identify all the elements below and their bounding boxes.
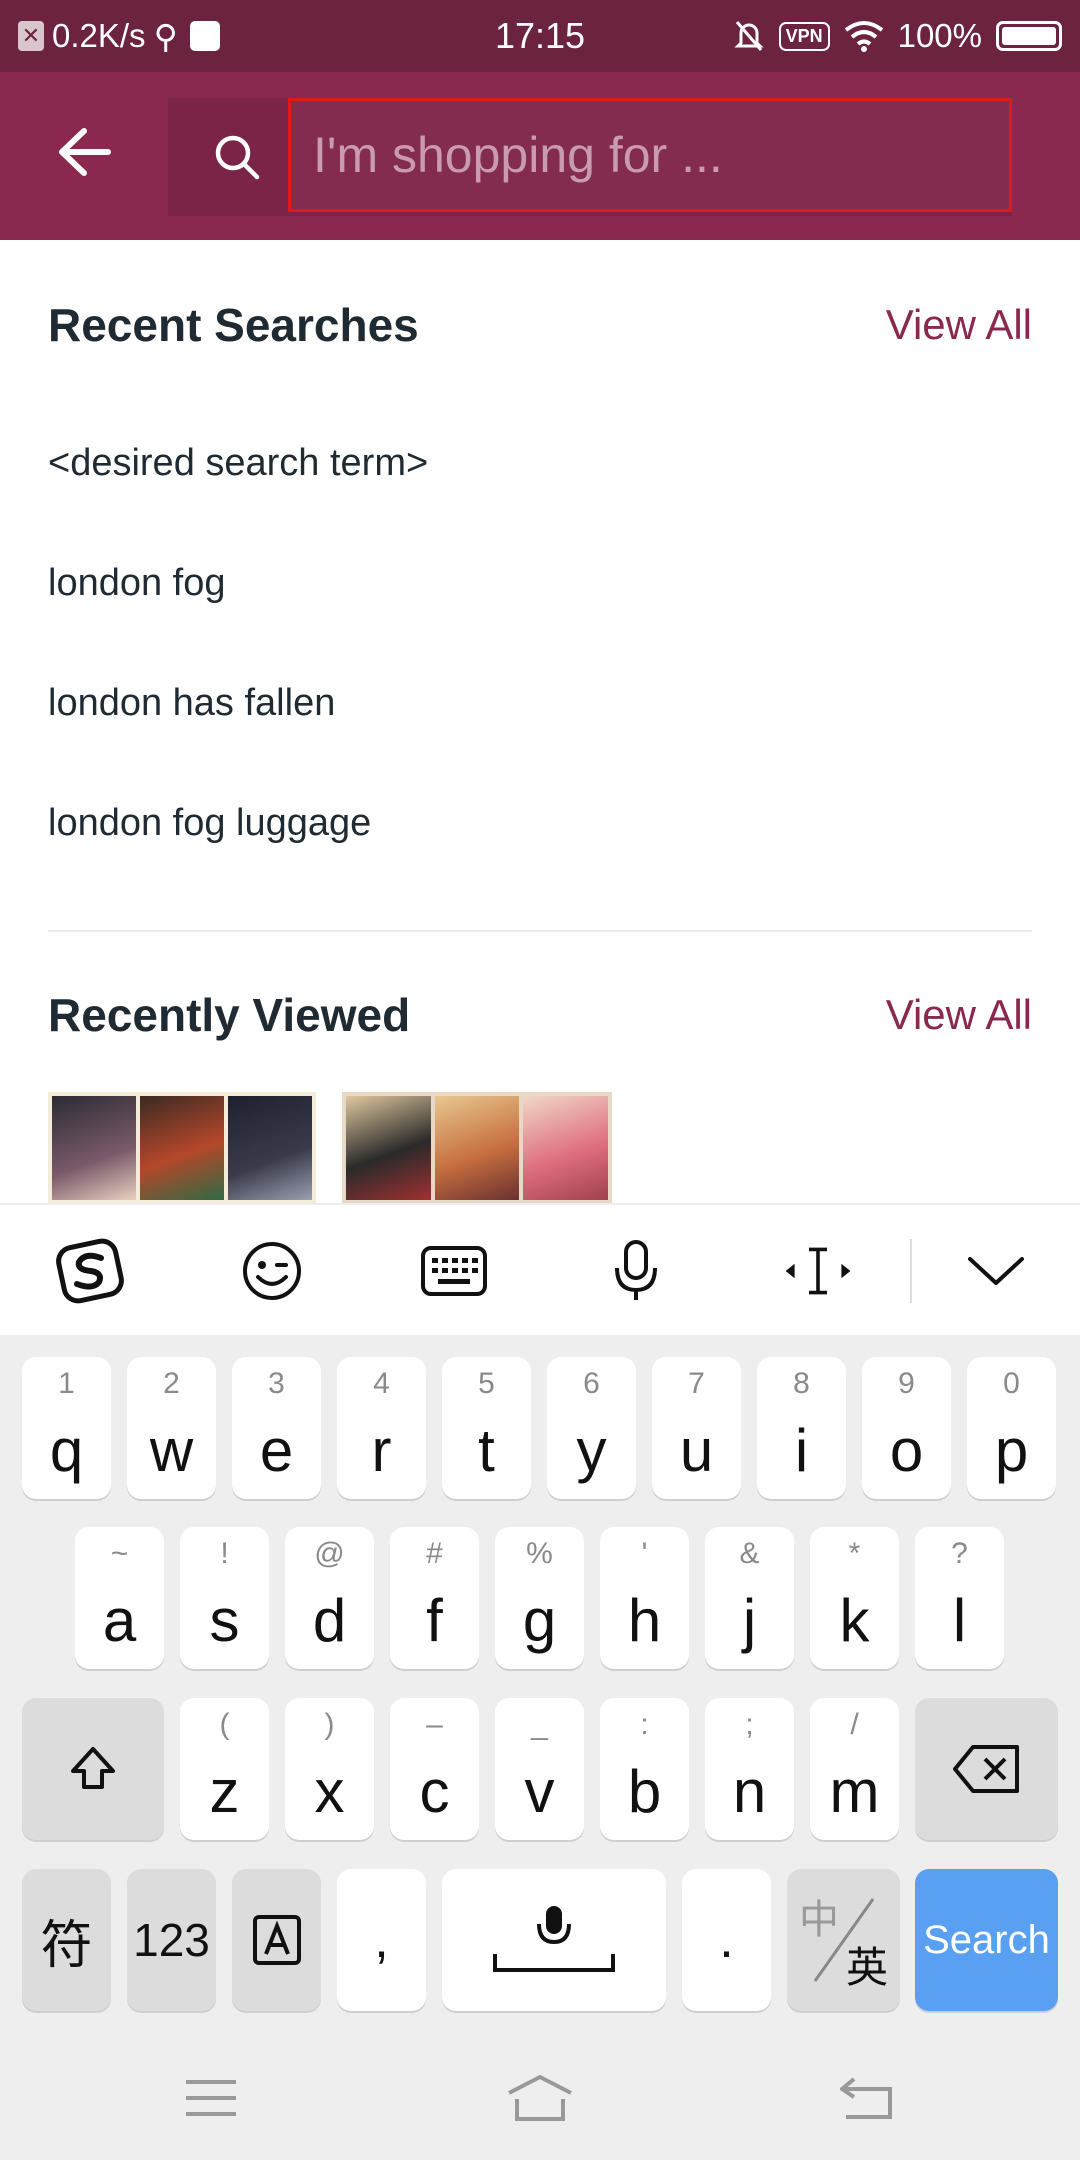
recent-search-item[interactable]: london fog luggage — [48, 802, 371, 845]
recently-viewed-header: Recently Viewed View All — [48, 988, 1032, 1042]
backspace-icon — [952, 1745, 1019, 1793]
recent-searches-view-all-link[interactable]: View All — [886, 301, 1032, 349]
sogou-logo-icon — [56, 1238, 124, 1304]
key-f[interactable]: # f — [390, 1527, 479, 1669]
key-s[interactable]: ! s — [180, 1527, 269, 1669]
key-c[interactable]: – c — [390, 1698, 479, 1840]
recent-search-item[interactable]: <desired search term> — [48, 442, 428, 485]
key-x[interactable]: ) x — [285, 1698, 374, 1840]
system-navigation-bar — [0, 2035, 1080, 2160]
recently-viewed-product-thumbnail[interactable] — [342, 1092, 612, 1204]
poster-panel — [140, 1096, 224, 1200]
wifi-icon — [844, 21, 883, 52]
comma-key[interactable]: , — [337, 1869, 426, 2011]
menu-icon — [186, 2080, 236, 2116]
recent-search-item[interactable]: london fog — [48, 562, 226, 605]
key-v[interactable]: _ v — [495, 1698, 584, 1840]
key-m[interactable]: / m — [810, 1698, 899, 1840]
backspace-key[interactable] — [915, 1698, 1058, 1840]
key-a[interactable]: ~ a — [75, 1527, 164, 1669]
symbols-key[interactable]: 符 — [22, 1869, 111, 2011]
key-b[interactable]: :b — [600, 1698, 689, 1840]
caps-key[interactable] — [232, 1869, 321, 2011]
recent-searches-title: Recent Searches — [48, 299, 419, 351]
status-bar: ✕ 0.2K/s ⚲ 17:15 VPN 100% — [0, 0, 1080, 72]
search-key[interactable]: Search — [915, 1869, 1058, 2011]
recently-viewed-title: Recently Viewed — [48, 989, 411, 1041]
shift-arrow-icon — [71, 1747, 115, 1789]
key-t[interactable]: 5t — [442, 1357, 531, 1499]
hide-keyboard-button[interactable] — [960, 1235, 1032, 1307]
numbers-key[interactable]: 123 — [127, 1869, 216, 2011]
keyboard: 1q 2w 3e 4r 5t 6y 7u 8i 9o 0p ~ a ! s @ d #… — [0, 1335, 1080, 2035]
key-l[interactable]: ? l — [915, 1527, 1004, 1669]
key-k[interactable]: * k — [810, 1527, 899, 1669]
key-z[interactable]: (z — [180, 1698, 269, 1840]
chevron-down-icon — [968, 1257, 1024, 1285]
key-e[interactable]: 3e — [232, 1357, 321, 1499]
key-u[interactable]: 7u — [652, 1357, 741, 1499]
voice-input-button[interactable] — [600, 1235, 672, 1307]
back-nav-icon — [840, 2077, 892, 2119]
key-n[interactable]: ; n — [705, 1698, 794, 1840]
key-w[interactable]: 2w — [127, 1357, 216, 1499]
menu-nav-button[interactable] — [176, 2065, 246, 2131]
status-right: VPN 100% — [733, 0, 1062, 72]
language-english-label: 英 — [845, 1944, 888, 1991]
mute-bell-icon — [733, 21, 764, 51]
vpn-badge: VPN — [778, 21, 830, 51]
poster-panel — [228, 1096, 312, 1200]
battery-percent: 100% — [897, 17, 982, 54]
keyboard-icon — [421, 1246, 487, 1296]
key-g[interactable]: % g — [495, 1527, 584, 1669]
key-p[interactable]: 0p — [967, 1357, 1056, 1499]
key-o[interactable]: 9o — [862, 1357, 951, 1499]
search-header: I'm shopping for ... — [0, 72, 1080, 240]
battery-icon — [996, 21, 1062, 51]
poster-panel — [523, 1096, 609, 1200]
key-h[interactable]: ' h — [600, 1527, 689, 1669]
poster-panel — [434, 1096, 520, 1200]
text-cursor-icon — [785, 1247, 851, 1295]
search-input[interactable]: I'm shopping for ... — [288, 98, 1012, 212]
home-icon — [508, 2075, 572, 2121]
emoji-button[interactable] — [236, 1235, 308, 1307]
toolbar-divider — [910, 1239, 912, 1303]
back-arrow-icon — [59, 128, 111, 176]
keyboard-toolbar — [0, 1203, 1080, 1335]
key-d[interactable]: @ d — [285, 1527, 374, 1669]
recently-viewed-view-all-link[interactable]: View All — [886, 991, 1032, 1039]
key-y[interactable]: 6y — [547, 1357, 636, 1499]
home-nav-button[interactable] — [505, 2065, 575, 2131]
poster-panel — [52, 1096, 136, 1200]
shift-key[interactable] — [22, 1698, 164, 1840]
microphone-icon — [615, 1240, 657, 1300]
poster-panel — [346, 1096, 431, 1200]
key-r[interactable]: 4r — [337, 1357, 426, 1499]
key-i[interactable]: 8i — [757, 1357, 846, 1499]
space-mic-icon — [493, 1906, 615, 1972]
sogou-logo-button[interactable] — [54, 1235, 126, 1307]
recent-search-item[interactable]: london has fallen — [48, 682, 335, 725]
key-q[interactable]: 1q — [22, 1357, 111, 1499]
section-divider — [48, 930, 1032, 932]
back-nav-button[interactable] — [832, 2065, 902, 2131]
back-button[interactable] — [44, 112, 124, 192]
key-j[interactable]: & j — [705, 1527, 794, 1669]
space-key[interactable] — [442, 1869, 666, 2011]
caps-a-icon — [252, 1915, 301, 1965]
emoji-icon — [243, 1242, 301, 1300]
cursor-move-button[interactable] — [782, 1235, 854, 1307]
search-bar: I'm shopping for ... — [168, 98, 1012, 216]
search-icon — [215, 135, 260, 180]
language-switch-key[interactable]: 中 英 — [787, 1869, 900, 2011]
keyboard-switch-button[interactable] — [418, 1235, 490, 1307]
recent-searches-header: Recent Searches View All — [48, 298, 1032, 352]
period-key[interactable]: . — [682, 1869, 771, 2011]
recently-viewed-product-thumbnail[interactable] — [48, 1092, 316, 1204]
